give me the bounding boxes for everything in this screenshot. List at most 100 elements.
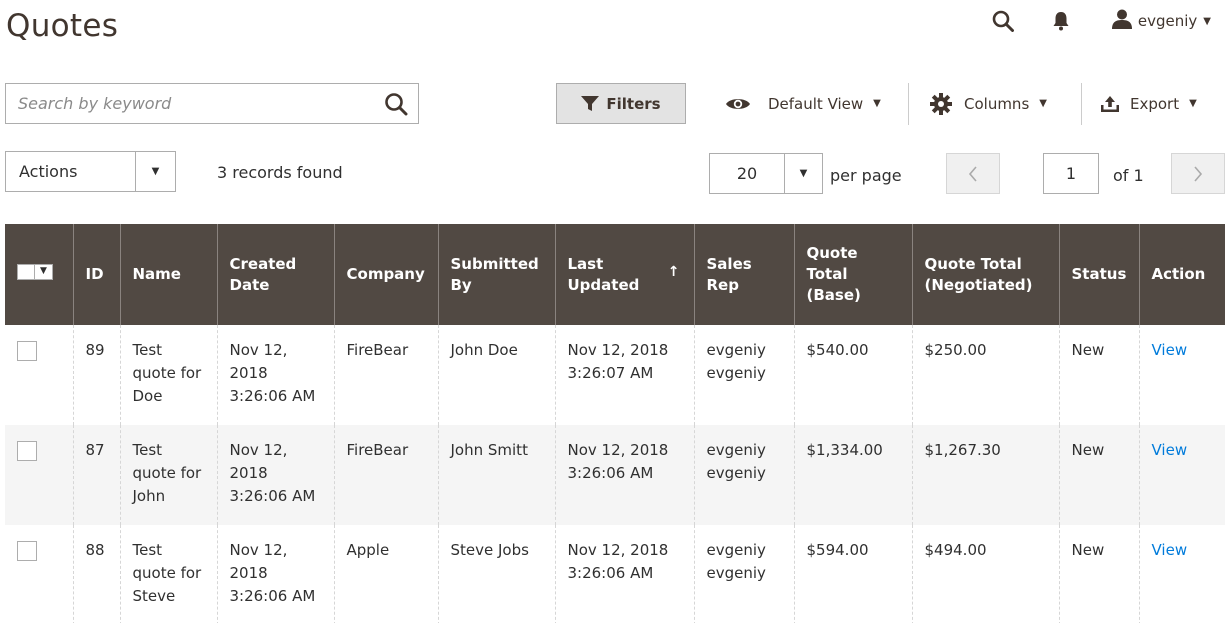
column-header-company[interactable]: Company bbox=[333, 224, 438, 325]
cell-created-date: Nov 12, 2018 3:26:06 AM bbox=[216, 325, 334, 425]
columns-dropdown[interactable]: Columns ▼ bbox=[930, 83, 1047, 124]
search-input[interactable] bbox=[6, 84, 374, 123]
view-link[interactable]: View bbox=[1152, 341, 1188, 359]
filters-label: Filters bbox=[606, 94, 661, 113]
chevron-down-icon: ▼ bbox=[1039, 98, 1047, 109]
column-header-quote-total-base[interactable]: Quote Total (Base) bbox=[793, 224, 912, 325]
row-select-cell bbox=[5, 525, 73, 623]
row-checkbox[interactable] bbox=[17, 541, 37, 561]
default-view-dropdown[interactable]: Default View ▼ bbox=[725, 83, 881, 124]
cell-name: Test quote for John bbox=[119, 425, 217, 525]
page-title: Quotes bbox=[6, 8, 119, 44]
export-dropdown[interactable]: Export ▼ bbox=[1100, 83, 1197, 124]
cell-name: Test quote for Doe bbox=[119, 325, 217, 425]
filters-button[interactable]: Filters bbox=[556, 83, 686, 124]
cell-created-date: Nov 12, 2018 3:26:06 AM bbox=[216, 525, 334, 623]
column-header-quote-total-negotiated[interactable]: Quote Total (Negotiated) bbox=[911, 224, 1059, 325]
eye-icon bbox=[725, 96, 751, 112]
column-header-last-updated[interactable]: Last Updated ↑ bbox=[554, 224, 694, 325]
column-header-last-updated-label: Last Updated bbox=[567, 254, 640, 294]
mass-select-checkbox[interactable] bbox=[17, 263, 35, 280]
divider bbox=[908, 83, 909, 125]
actions-label: Actions bbox=[19, 162, 78, 181]
table-row: 88 Test quote for Steve Nov 12, 2018 3:2… bbox=[5, 525, 1225, 623]
view-link[interactable]: View bbox=[1152, 541, 1188, 559]
column-header-id[interactable]: ID bbox=[72, 224, 120, 325]
per-page-value: 20 bbox=[736, 164, 758, 183]
column-header-action: Action bbox=[1138, 224, 1225, 325]
records-found: 3 records found bbox=[217, 163, 343, 182]
view-link[interactable]: View bbox=[1152, 441, 1188, 459]
upload-icon bbox=[1100, 95, 1120, 113]
cell-quote-total-negotiated: $494.00 bbox=[911, 525, 1059, 623]
search-icon bbox=[385, 92, 408, 115]
column-header-name[interactable]: Name bbox=[119, 224, 217, 325]
cell-name: Test quote for Steve bbox=[119, 525, 217, 623]
cell-company: Apple bbox=[333, 525, 438, 623]
actions-dropdown[interactable]: Actions ▼ bbox=[5, 151, 176, 192]
header-actions: evgeniy ▼ bbox=[988, 6, 1211, 36]
chevron-left-icon bbox=[968, 165, 977, 182]
per-page-select[interactable]: 20 ▼ bbox=[709, 153, 823, 194]
divider bbox=[1081, 83, 1082, 125]
cell-company: FireBear bbox=[333, 425, 438, 525]
cell-action: View bbox=[1138, 525, 1225, 623]
column-header-sales-rep[interactable]: Sales Rep bbox=[693, 224, 794, 325]
bell-icon[interactable] bbox=[1046, 6, 1076, 36]
cell-quote-total-base: $540.00 bbox=[793, 325, 912, 425]
page-total: of 1 bbox=[1113, 166, 1144, 185]
column-header-status[interactable]: Status bbox=[1058, 224, 1139, 325]
search-box bbox=[5, 83, 419, 124]
next-page-button[interactable] bbox=[1171, 153, 1225, 194]
mass-select-control[interactable]: ▼ bbox=[17, 263, 53, 280]
cell-status: New bbox=[1058, 325, 1139, 425]
default-view-label: Default View bbox=[768, 94, 864, 113]
cell-quote-total-base: $1,334.00 bbox=[793, 425, 912, 525]
cell-status: New bbox=[1058, 525, 1139, 623]
columns-label: Columns bbox=[964, 94, 1030, 113]
table-row: 89 Test quote for Doe Nov 12, 2018 3:26:… bbox=[5, 325, 1225, 425]
table-row: 87 Test quote for John Nov 12, 2018 3:26… bbox=[5, 425, 1225, 525]
previous-page-button[interactable] bbox=[946, 153, 1000, 194]
cell-submitted-by: John Doe bbox=[437, 325, 555, 425]
user-menu[interactable]: evgeniy ▼ bbox=[1111, 9, 1211, 33]
user-name: evgeniy bbox=[1137, 12, 1198, 30]
quotes-grid: ▼ ID Name Created Date Company Submitted… bbox=[5, 224, 1225, 623]
search-icon[interactable] bbox=[988, 6, 1018, 36]
export-label: Export bbox=[1130, 94, 1180, 113]
chevron-down-icon: ▼ bbox=[135, 152, 175, 191]
column-header-submitted-by[interactable]: Submitted By bbox=[437, 224, 555, 325]
chevron-down-icon: ▼ bbox=[1203, 15, 1211, 27]
cell-id: 88 bbox=[72, 525, 120, 623]
page-number-input[interactable] bbox=[1043, 153, 1099, 194]
chevron-down-icon[interactable]: ▼ bbox=[35, 263, 53, 280]
row-checkbox[interactable] bbox=[17, 441, 37, 461]
cell-last-updated: Nov 12, 2018 3:26:06 AM bbox=[554, 525, 694, 623]
cell-submitted-by: John Smitt bbox=[437, 425, 555, 525]
cell-sales-rep: evgeniy evgeniy bbox=[693, 525, 794, 623]
chevron-down-icon: ▼ bbox=[784, 154, 822, 193]
user-icon bbox=[1111, 9, 1132, 33]
cell-sales-rep: evgeniy evgeniy bbox=[693, 325, 794, 425]
cell-last-updated: Nov 12, 2018 3:26:07 AM bbox=[554, 325, 694, 425]
per-page-label: per page bbox=[830, 166, 902, 185]
chevron-down-icon: ▼ bbox=[1189, 98, 1197, 109]
sort-ascending-icon: ↑ bbox=[667, 264, 680, 280]
cell-status: New bbox=[1058, 425, 1139, 525]
row-checkbox[interactable] bbox=[17, 341, 37, 361]
chevron-down-icon: ▼ bbox=[873, 98, 881, 109]
cell-action: View bbox=[1138, 325, 1225, 425]
cell-company: FireBear bbox=[333, 325, 438, 425]
filter-icon bbox=[581, 95, 600, 111]
cell-sales-rep: evgeniy evgeniy bbox=[693, 425, 794, 525]
cell-submitted-by: Steve Jobs bbox=[437, 525, 555, 623]
mass-select-header[interactable]: ▼ bbox=[5, 224, 73, 325]
cell-created-date: Nov 12, 2018 3:26:06 AM bbox=[216, 425, 334, 525]
search-button[interactable] bbox=[374, 84, 418, 123]
column-header-created-date[interactable]: Created Date bbox=[216, 224, 334, 325]
row-select-cell bbox=[5, 425, 73, 525]
cell-quote-total-negotiated: $250.00 bbox=[911, 325, 1059, 425]
cell-action: View bbox=[1138, 425, 1225, 525]
gear-icon bbox=[930, 92, 952, 115]
row-select-cell bbox=[5, 325, 73, 425]
